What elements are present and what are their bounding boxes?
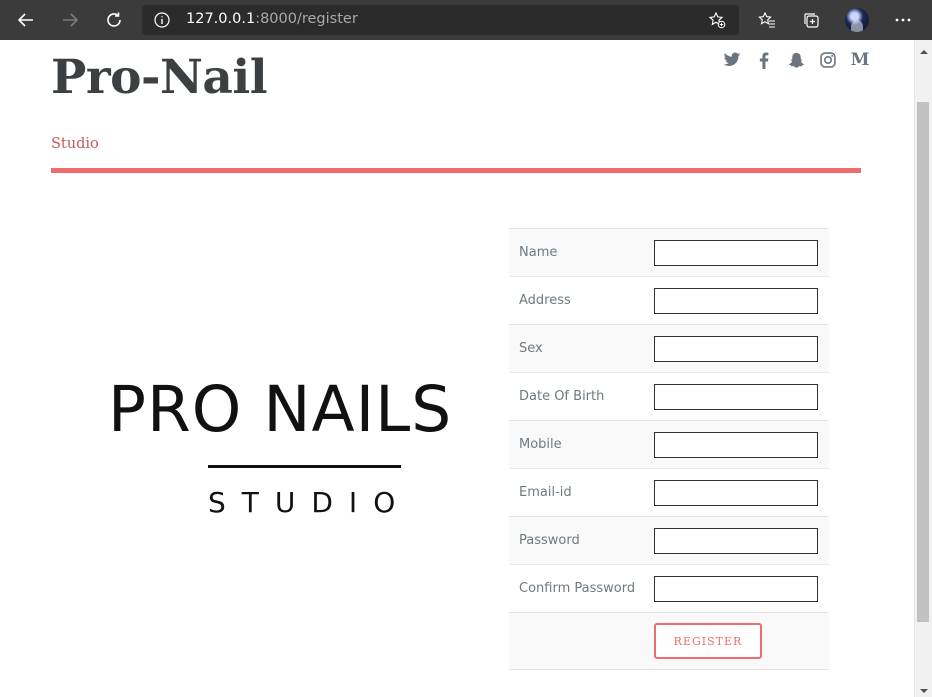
- form-row-submit: REGISTER: [509, 613, 829, 670]
- scroll-thumb[interactable]: [917, 102, 929, 622]
- back-icon[interactable]: [10, 4, 42, 36]
- facebook-icon[interactable]: [748, 50, 780, 70]
- info-icon[interactable]: [154, 12, 170, 28]
- dob-label: Date Of Birth: [519, 389, 605, 404]
- pro-nails-logo: PRO NAILS STUDIO: [108, 370, 508, 530]
- snapchat-icon[interactable]: [780, 50, 812, 70]
- scroll-down-arrow-icon[interactable]: [919, 683, 929, 693]
- form-row-dob: Date Of Birth: [509, 373, 829, 421]
- logo-tagline: STUDIO: [208, 486, 412, 519]
- register-button[interactable]: REGISTER: [654, 623, 762, 659]
- address-label: Address: [519, 293, 571, 308]
- logo-underline: [208, 465, 401, 468]
- url-text: 127.0.0.1:8000/register: [186, 11, 358, 27]
- email-field[interactable]: [654, 479, 818, 506]
- more-icon[interactable]: [887, 4, 919, 36]
- logo-brand-text: PRO NAILS: [108, 373, 453, 446]
- name-label: Name: [519, 245, 558, 260]
- scroll-up-arrow-icon[interactable]: [919, 44, 929, 54]
- address-field[interactable]: [654, 287, 818, 314]
- form-row-address: Address: [509, 277, 829, 325]
- mobile-field[interactable]: [654, 431, 818, 458]
- confirm-password-label: Confirm Password: [519, 581, 636, 596]
- form-row-mobile: Mobile: [509, 421, 829, 469]
- form-row-password: Password: [509, 517, 829, 565]
- password-field[interactable]: [654, 527, 818, 554]
- password-label: Password: [519, 533, 580, 548]
- register-form: Name Address Sex Date Of Birth Mobile Em…: [509, 228, 829, 670]
- dob-field[interactable]: [654, 383, 818, 410]
- name-field[interactable]: [654, 239, 818, 266]
- page-scrollbar[interactable]: [914, 40, 932, 697]
- email-label: Email-id: [519, 485, 572, 500]
- form-row-name: Name: [509, 229, 829, 277]
- form-row-sex: Sex: [509, 325, 829, 373]
- twitter-icon[interactable]: [716, 50, 748, 70]
- form-row-email: Email-id: [509, 469, 829, 517]
- add-favorite-icon[interactable]: [708, 11, 726, 29]
- browser-toolbar: 127.0.0.1:8000/register: [0, 0, 932, 40]
- collections-icon[interactable]: [795, 4, 827, 36]
- social-links: M: [716, 50, 876, 70]
- site-subtitle: Studio: [51, 136, 99, 152]
- page-content: Pro-Nail Studio M PRO NAILS STUDIO Name …: [0, 40, 914, 697]
- forward-icon[interactable]: [54, 4, 86, 36]
- address-bar[interactable]: 127.0.0.1:8000/register: [142, 5, 739, 35]
- form-row-confirm-password: Confirm Password: [509, 565, 829, 613]
- mobile-label: Mobile: [519, 437, 562, 452]
- header-divider: [51, 168, 861, 173]
- reload-icon[interactable]: [98, 4, 130, 36]
- instagram-icon[interactable]: [812, 50, 844, 70]
- confirm-password-field[interactable]: [654, 575, 818, 602]
- profile-avatar[interactable]: [845, 8, 869, 32]
- site-title[interactable]: Pro-Nail: [51, 50, 268, 105]
- favorites-icon[interactable]: [751, 4, 783, 36]
- sex-field[interactable]: [654, 335, 818, 362]
- medium-icon[interactable]: M: [844, 50, 876, 70]
- sex-label: Sex: [519, 341, 543, 356]
